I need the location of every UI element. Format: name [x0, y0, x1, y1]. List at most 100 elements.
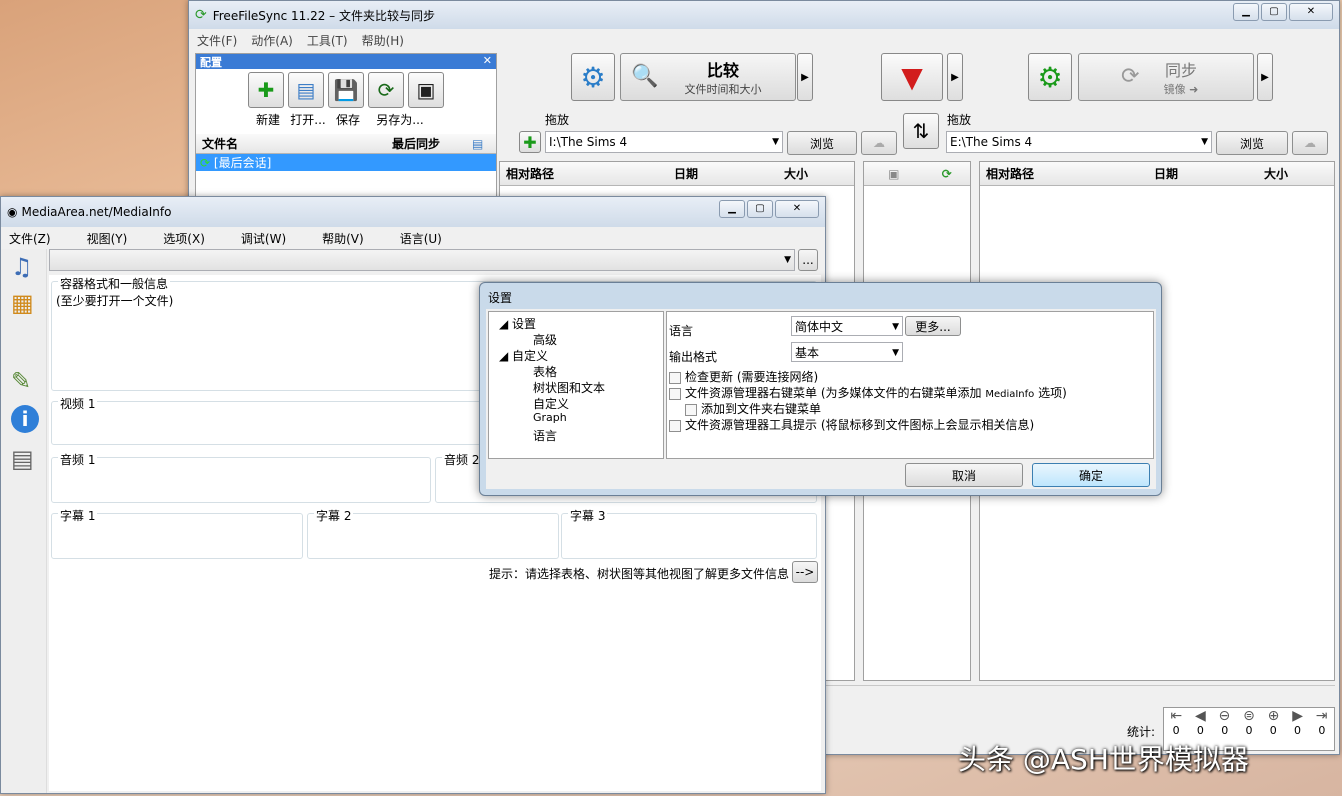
open-config-icon[interactable]: ▤: [288, 72, 324, 108]
col-last-sync[interactable]: 最后同步: [386, 135, 466, 152]
col-size-left[interactable]: 大小: [778, 165, 808, 182]
browse-file-button[interactable]: ...: [798, 249, 818, 271]
sync-button[interactable]: ⟳ 同步 镜像 ➜: [1078, 53, 1254, 101]
update-left-icon: ◀: [1194, 708, 1206, 724]
open-file-icon[interactable]: ♫: [11, 253, 33, 281]
config-list-header: 文件名 最后同步 ▤: [196, 134, 496, 154]
save-config-label: 保存: [335, 113, 360, 127]
last-session-label: [最后会话]: [213, 156, 272, 170]
tree-item-custom[interactable]: ◢ 自定义: [499, 347, 548, 364]
preferences-icon[interactable]: ✎: [11, 367, 31, 395]
menu-tools[interactable]: 工具(T): [307, 32, 348, 49]
folder-menu-checkbox[interactable]: [685, 403, 697, 416]
language-select[interactable]: 简体中文 ▼: [791, 316, 903, 336]
subtitle1-label: 字幕 1: [58, 507, 98, 524]
menu-language[interactable]: 语言(U): [400, 230, 442, 247]
save-as-label: 另存为...: [376, 113, 424, 127]
col-date-right[interactable]: 日期: [1148, 165, 1258, 182]
output-format-select[interactable]: 基本 ▼: [791, 342, 903, 362]
minimize-button[interactable]: ▁: [1233, 3, 1259, 21]
sync-settings-button[interactable]: ⚙: [1028, 53, 1072, 101]
swap-sides-button[interactable]: ⇅: [903, 113, 939, 149]
right-folder-path[interactable]: E:\The Sims 4 ▼: [946, 131, 1212, 153]
new-config-icon[interactable]: ✚: [248, 72, 284, 108]
last-session-row[interactable]: ⟳ [最后会话]: [196, 154, 496, 171]
filter-button[interactable]: ▼: [881, 53, 943, 101]
stat-value: 0: [1196, 724, 1204, 737]
left-folder-path[interactable]: I:\The Sims 4 ▼: [545, 131, 783, 153]
folder-menu-option[interactable]: 添加到文件夹右键菜单: [685, 400, 821, 417]
close-button[interactable]: ✕: [775, 200, 819, 218]
settings-body: ◢ 设置 高级 ◢ 自定义 表格 树状图和文本 自定义 Graph 语言 语言 …: [486, 309, 1156, 489]
tooltip-checkbox[interactable]: [669, 419, 681, 432]
stat-value: 0: [1221, 724, 1229, 737]
compare-dropdown-arrow[interactable]: ▶: [797, 53, 813, 101]
tree-item-table[interactable]: 表格: [533, 363, 557, 380]
shell-extension-checkbox[interactable]: [669, 387, 681, 400]
menu-options[interactable]: 选项(X): [163, 230, 205, 247]
tooltip-option[interactable]: 文件资源管理器工具提示 (将鼠标移到文件图标上会显示相关信息): [669, 416, 1034, 433]
subtitle2-group: 字幕 2: [307, 507, 559, 559]
browse-right-button[interactable]: 浏览: [1216, 131, 1288, 155]
tree-item-graph[interactable]: Graph: [533, 411, 567, 424]
menu-help[interactable]: 帮助(H): [362, 32, 404, 49]
tree-item-treeview-text[interactable]: 树状图和文本: [533, 379, 605, 396]
save-batch-icon[interactable]: ▣: [408, 72, 444, 108]
col-date-left[interactable]: 日期: [668, 165, 778, 182]
stat-value: 0: [1172, 724, 1180, 737]
list-view-icon[interactable]: ▤: [466, 137, 483, 151]
settings-tree: ◢ 设置 高级 ◢ 自定义 表格 树状图和文本 自定义 Graph 语言: [488, 311, 664, 459]
close-button[interactable]: ✕: [1289, 3, 1333, 21]
tree-item-advanced[interactable]: 高级: [533, 331, 557, 348]
compare-settings-button[interactable]: ⚙: [571, 53, 615, 101]
save-config-icon[interactable]: 💾: [328, 72, 364, 108]
update-right-icon: ▶: [1292, 708, 1303, 724]
cloud-right-button[interactable]: ☁: [1292, 131, 1328, 155]
col-filename[interactable]: 文件名: [196, 135, 386, 152]
menu-file[interactable]: 文件(F): [197, 32, 237, 49]
maximize-button[interactable]: ▢: [747, 200, 773, 218]
filter-dropdown-arrow[interactable]: ▶: [947, 53, 963, 101]
ok-button[interactable]: 确定: [1032, 463, 1150, 487]
sync-dropdown-arrow[interactable]: ▶: [1257, 53, 1273, 101]
chevron-down-icon: ▼: [772, 137, 779, 147]
audio1-label: 音频 1: [58, 451, 98, 468]
save-as-config-icon[interactable]: ⟳: [368, 72, 404, 108]
col-rel-path-right[interactable]: 相对路径: [980, 165, 1148, 182]
open-folder-icon[interactable]: ▦: [11, 289, 34, 317]
shell-extension-label-b: MediaInfo: [985, 389, 1035, 400]
col-size-right[interactable]: 大小: [1258, 165, 1288, 182]
compare-icon: 🔍: [631, 64, 659, 89]
about-icon[interactable]: i: [11, 405, 39, 433]
add-folder-pair-button[interactable]: ✚: [519, 131, 541, 153]
cancel-button[interactable]: 取消: [905, 463, 1023, 487]
tree-item-settings[interactable]: ◢ 设置: [499, 315, 536, 332]
menu-help[interactable]: 帮助(V): [322, 230, 364, 247]
maximize-button[interactable]: ▢: [1261, 3, 1287, 21]
stat-value: 0: [1245, 724, 1253, 737]
browse-left-button[interactable]: 浏览: [787, 131, 857, 155]
export-icon[interactable]: ▤: [11, 445, 34, 473]
chevron-down-icon: ▼: [892, 322, 899, 332]
video1-label: 视频 1: [58, 395, 98, 412]
menu-action[interactable]: 动作(A): [251, 32, 293, 49]
tree-item-language[interactable]: 语言: [533, 427, 557, 444]
menu-debug[interactable]: 调试(W): [241, 230, 286, 247]
file-select-combo[interactable]: ▼: [49, 249, 795, 271]
menu-view[interactable]: 视图(Y): [87, 230, 128, 247]
view-hint-button[interactable]: -->: [792, 561, 818, 583]
mi-titlebar: ◉ MediaArea.net/MediaInfo ▁ ▢ ✕: [1, 197, 825, 227]
cloud-left-button[interactable]: ☁: [861, 131, 897, 155]
tree-item-custom-sub[interactable]: 自定义: [533, 395, 569, 412]
compare-button[interactable]: 🔍 比较 文件时间和大小: [620, 53, 796, 101]
check-updates-option[interactable]: 检查更新 (需要连接网络): [669, 368, 818, 385]
minimize-button[interactable]: ▁: [719, 200, 745, 218]
more-languages-button[interactable]: 更多...: [905, 316, 961, 336]
col-rel-path-left[interactable]: 相对路径: [500, 165, 668, 182]
check-updates-checkbox[interactable]: [669, 371, 681, 384]
menu-file[interactable]: 文件(Z): [9, 230, 51, 247]
shell-extension-option[interactable]: 文件资源管理器右键菜单 (为多媒体文件的右键菜单添加 MediaInfo 选项): [669, 384, 1067, 401]
config-close-icon[interactable]: ✕: [483, 54, 492, 67]
open-config-label: 打开...: [290, 113, 326, 127]
left-path-text: I:\The Sims 4: [549, 135, 628, 149]
